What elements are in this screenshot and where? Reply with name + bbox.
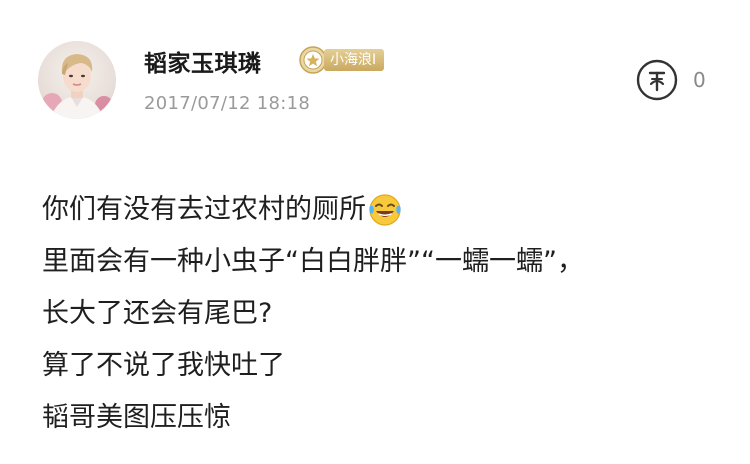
reward-count: 0 xyxy=(693,68,706,92)
reward-icon[interactable] xyxy=(636,59,678,101)
post-timestamp: 2017/07/12 18:18 xyxy=(144,93,311,114)
badge-label: 小海浪Ⅰ xyxy=(324,49,385,71)
post-content: 你们有没有去过农村的厕所 里面会有一种小虫子“白白胖胖”“一蠕一蠕”， 长大了还… xyxy=(42,184,732,444)
weibo-post: 韬家玉琪璘 小海浪Ⅰ 2017/07/12 18:18 0 你们有没有去过农村的… xyxy=(0,0,750,464)
username[interactable]: 韬家玉琪璘 xyxy=(144,44,262,78)
content-line: 韬哥美图压压惊 xyxy=(42,402,231,433)
laughing-crying-emoji-icon xyxy=(369,194,401,226)
content-line: 里面会有一种小虫子“白白胖胖”“一蠕一蠕”， xyxy=(42,246,584,277)
content-line: 你们有没有去过农村的厕所 xyxy=(42,184,732,236)
user-level-badge[interactable]: 小海浪Ⅰ xyxy=(299,46,385,74)
content-line-text: 你们有没有去过农村的厕所 xyxy=(42,194,366,225)
content-line: 长大了还会有尾巴? xyxy=(42,298,273,329)
avatar[interactable] xyxy=(38,41,116,119)
content-line: 算了不说了我快吐了 xyxy=(42,350,285,381)
medal-icon xyxy=(299,46,327,74)
avatar-photo-icon xyxy=(42,54,113,119)
